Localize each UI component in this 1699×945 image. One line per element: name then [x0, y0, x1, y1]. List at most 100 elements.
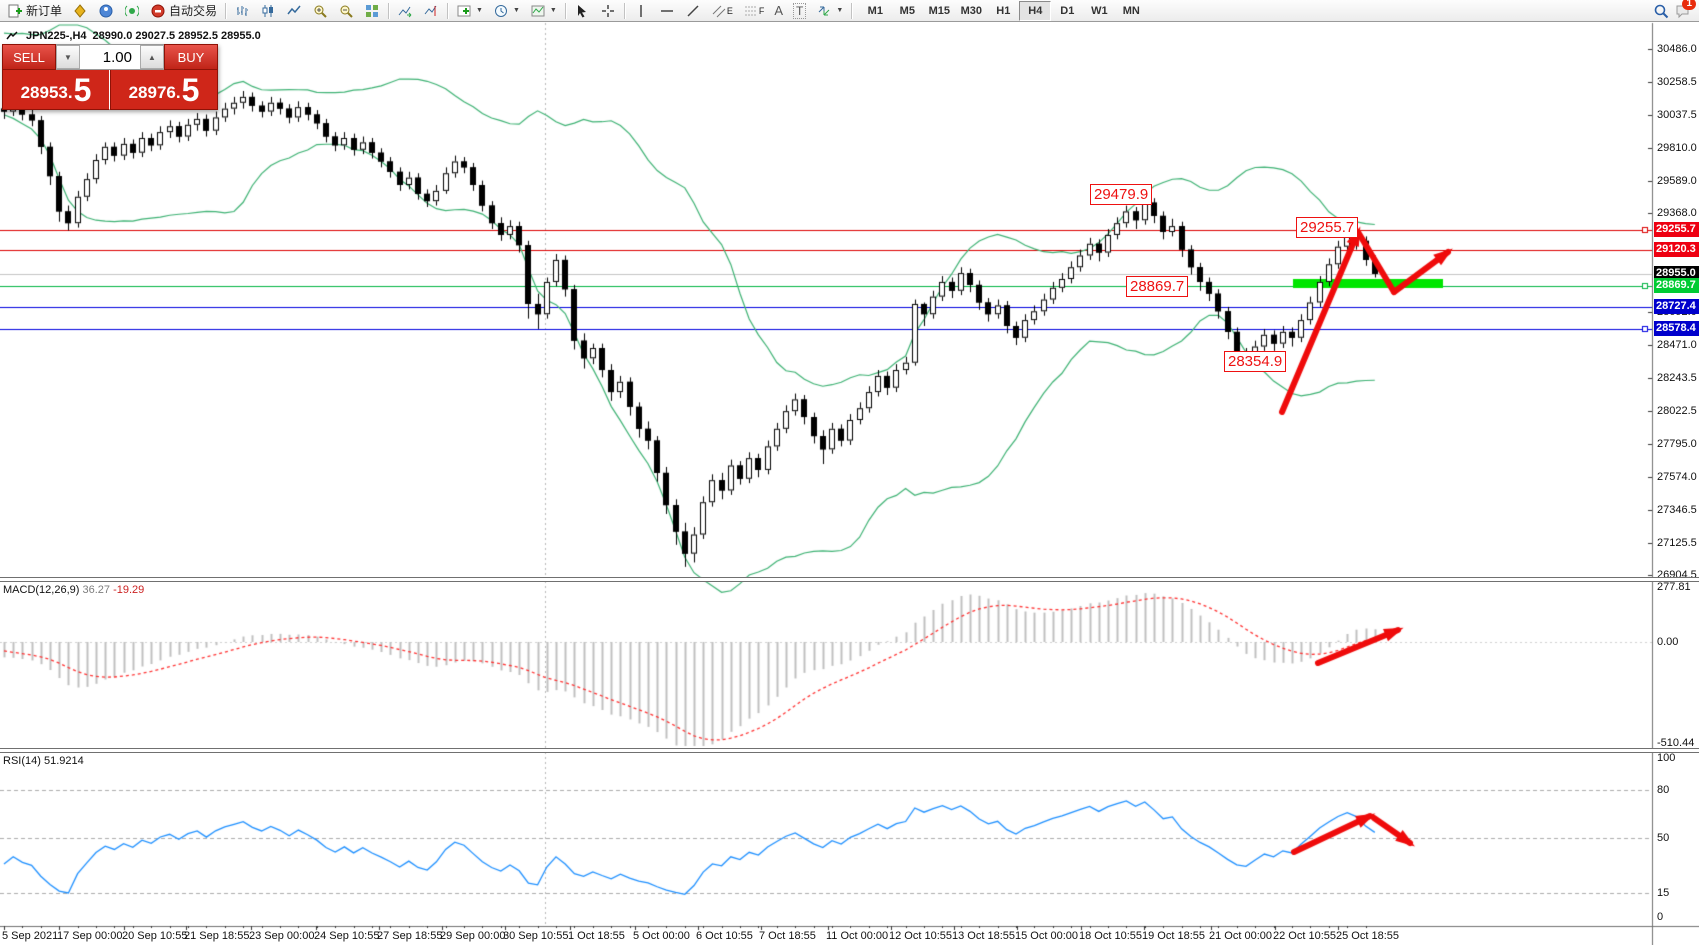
macd-pane-separator[interactable]: [0, 577, 1699, 582]
clock-icon: [493, 3, 509, 19]
vertical-line-icon: [633, 3, 649, 19]
date-axis-label: 21 Oct 00:00: [1209, 930, 1272, 942]
timeframe-mn[interactable]: MN: [1115, 1, 1147, 21]
text-label-button[interactable]: T: [788, 0, 811, 22]
tile-windows-icon: [364, 3, 380, 19]
crosshair-button[interactable]: [595, 0, 621, 22]
toolbar-separator: [851, 3, 852, 19]
price-tag: 29255.7: [1654, 222, 1699, 237]
timeframe-h4[interactable]: H4: [1019, 1, 1051, 21]
mt4-window: 新订单 自动交易: [0, 0, 1699, 945]
timeframe-m15[interactable]: M15: [923, 1, 955, 21]
timeframe-d1[interactable]: D1: [1051, 1, 1083, 21]
timeframe-m30[interactable]: M30: [955, 1, 987, 21]
channel-button[interactable]: E: [706, 0, 738, 22]
line-chart-icon: [286, 3, 302, 19]
sell-button[interactable]: SELL: [2, 44, 56, 70]
candle-chart-button[interactable]: [255, 0, 281, 22]
auto-trading-icon: [150, 3, 166, 19]
chart-shift-icon: [423, 3, 439, 19]
chart-canvas[interactable]: [0, 0, 1699, 945]
zoom-in-button[interactable]: [307, 0, 333, 22]
zoom-out-button[interactable]: [333, 0, 359, 22]
price-annotation[interactable]: 28869.7: [1126, 276, 1188, 297]
date-axis-label: 17 Sep 00:00: [57, 930, 122, 942]
text-button[interactable]: A: [769, 0, 788, 22]
fibonacci-button[interactable]: F: [738, 0, 770, 22]
volume-decrease-button[interactable]: ▼: [56, 45, 80, 69]
rsi-pane-separator[interactable]: [0, 748, 1699, 753]
zoom-out-icon: [338, 3, 354, 19]
timeframe-h1[interactable]: H1: [987, 1, 1019, 21]
volume-value[interactable]: 1.00: [80, 45, 140, 69]
price-axis-tick: 27795.0: [1657, 438, 1697, 450]
price-axis-tick: 30258.5: [1657, 76, 1697, 88]
price-annotation[interactable]: 29255.7: [1296, 217, 1358, 238]
rsi-axis-tick: 100: [1657, 752, 1675, 764]
notifications-icon[interactable]: 1: [1675, 3, 1691, 19]
new-order-button[interactable]: 新订单: [2, 0, 67, 22]
auto-scroll-icon: [397, 3, 413, 19]
horizontal-line-button[interactable]: [654, 0, 680, 22]
trendline-button[interactable]: [680, 0, 706, 22]
date-axis-label: 25 Oct 18:55: [1336, 930, 1399, 942]
price-tag: 28869.7: [1654, 278, 1699, 293]
price-axis-tick: 29368.0: [1657, 207, 1697, 219]
compass-button[interactable]: [67, 0, 93, 22]
date-axis-label: 6 Oct 10:55: [696, 930, 753, 942]
sell-price[interactable]: 28953. 5: [2, 70, 110, 110]
date-axis-label: 30 Sep 10:55: [503, 930, 568, 942]
shapes-icon: [816, 3, 832, 19]
rsi-axis-tick: 50: [1657, 832, 1669, 844]
date-axis-label: 20 Sep 10:55: [122, 930, 187, 942]
bar-chart-icon: [234, 3, 250, 19]
timeframe-m5[interactable]: M5: [891, 1, 923, 21]
chart-shift-button[interactable]: [418, 0, 444, 22]
macd-axis-tick: 277.81: [1657, 581, 1691, 593]
bar-chart-button[interactable]: [229, 0, 255, 22]
buy-price[interactable]: 28976. 5: [110, 70, 218, 110]
auto-trading-label: 自动交易: [169, 2, 217, 19]
indicators-button[interactable]: ▼: [451, 0, 488, 22]
rsi-axis-tick: 80: [1657, 784, 1669, 796]
signals-button[interactable]: [119, 0, 145, 22]
periods-button[interactable]: ▼: [488, 0, 525, 22]
tile-windows-button[interactable]: [359, 0, 385, 22]
horizontal-line-icon: [659, 3, 675, 19]
timeframe-w1[interactable]: W1: [1083, 1, 1115, 21]
toolbar-separator: [388, 3, 389, 19]
date-axis-label: 29 Sep 00:00: [440, 930, 505, 942]
volume-increase-button[interactable]: ▲: [140, 45, 164, 69]
fibo-letter: F: [759, 6, 765, 16]
community-button[interactable]: [93, 0, 119, 22]
timeframe-m1[interactable]: M1: [859, 1, 891, 21]
zoom-in-icon: [312, 3, 328, 19]
date-axis-label: 15 Oct 00:00: [1015, 930, 1078, 942]
price-annotation[interactable]: 29479.9: [1090, 184, 1152, 205]
cursor-button[interactable]: [569, 0, 595, 22]
templates-button[interactable]: ▼: [525, 0, 562, 22]
label-tool-letter: T: [793, 3, 806, 19]
dropdown-arrow-icon: ▼: [550, 7, 557, 14]
date-axis-label: 12 Oct 10:55: [889, 930, 952, 942]
buy-button[interactable]: BUY: [164, 44, 218, 70]
symbol-ohlc-values: 28990.0 29027.5 28952.5 28955.0: [93, 30, 261, 42]
indicators-icon: [456, 3, 472, 19]
volume-field: ▼ 1.00 ▲: [56, 44, 164, 70]
date-axis-label: 7 Oct 18:55: [759, 930, 816, 942]
date-axis-label: 5 Sep 2021: [2, 930, 58, 942]
shapes-button[interactable]: ▼: [811, 0, 848, 22]
price-annotation[interactable]: 28354.9: [1224, 351, 1286, 372]
vertical-line-button[interactable]: [628, 0, 654, 22]
date-axis-label: 13 Oct 18:55: [952, 930, 1015, 942]
line-chart-button[interactable]: [281, 0, 307, 22]
timeframe-group: M1M5M15M30H1H4D1W1MN: [859, 1, 1147, 21]
auto-trading-button[interactable]: 自动交易: [145, 0, 222, 22]
toolbar-separator: [565, 3, 566, 19]
date-axis-label: 1 Oct 18:55: [568, 930, 625, 942]
price-axis-tick: 30037.5: [1657, 109, 1697, 121]
price-axis-tick: 28022.5: [1657, 405, 1697, 417]
search-icon[interactable]: [1653, 3, 1669, 19]
auto-scroll-button[interactable]: [392, 0, 418, 22]
price-axis-tick: 29589.0: [1657, 175, 1697, 187]
